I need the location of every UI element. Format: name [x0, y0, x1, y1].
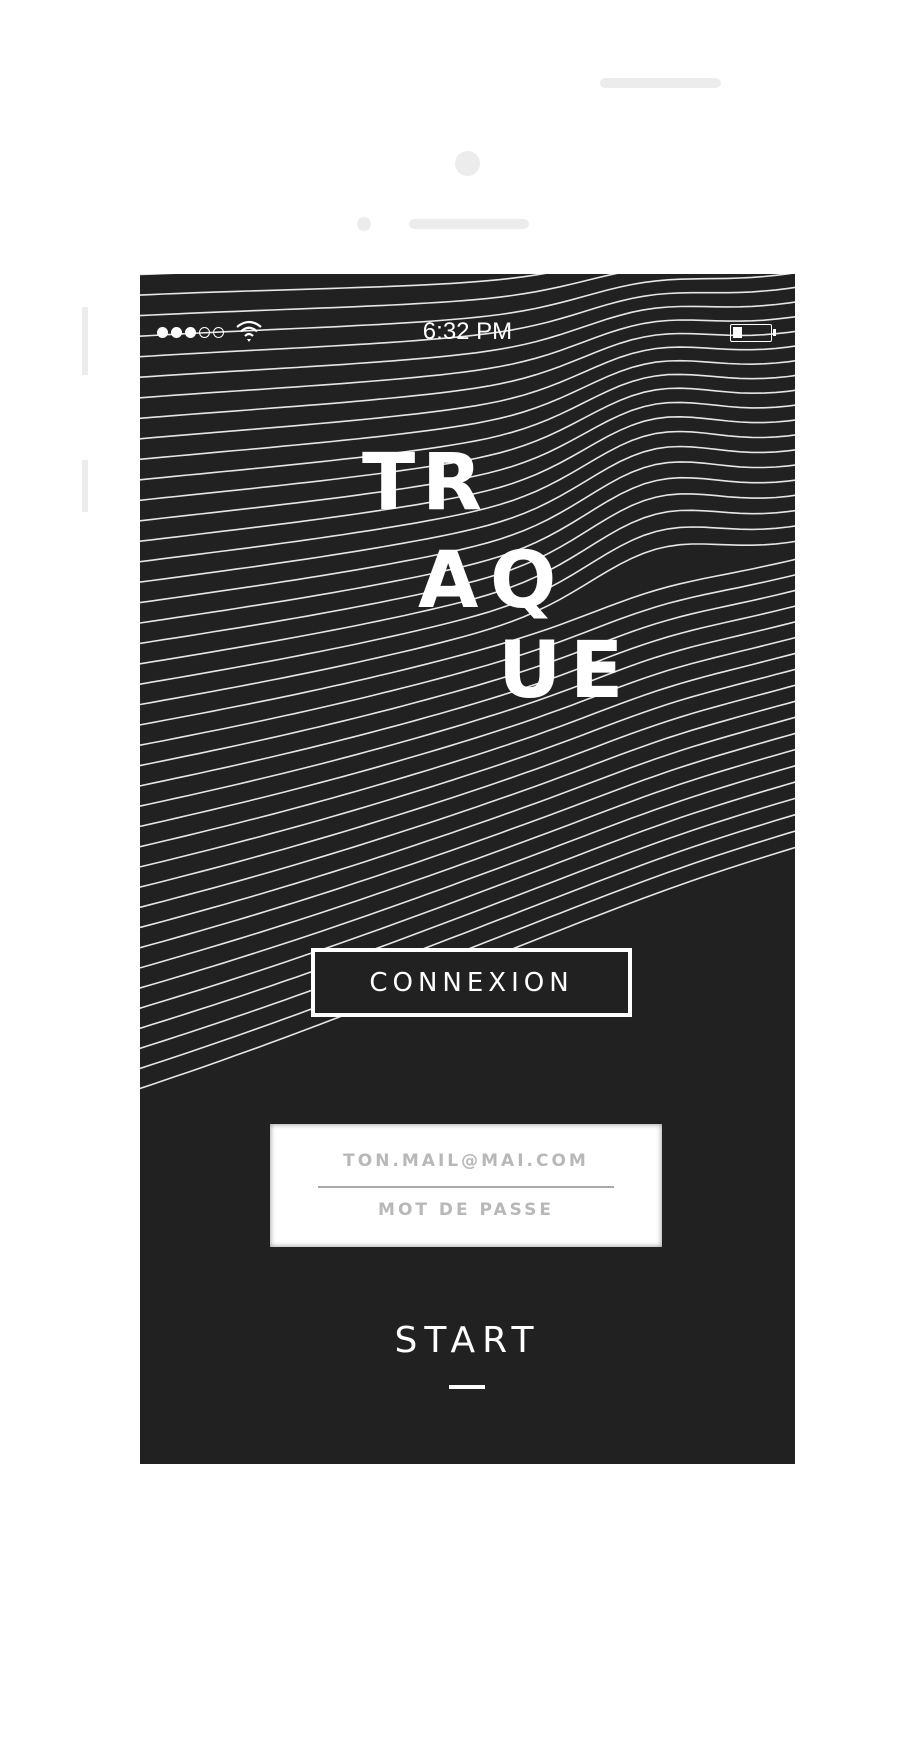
start-button[interactable]: START	[140, 1320, 795, 1361]
phone-camera	[455, 151, 480, 176]
app-screen: 6:32 PM T R A Q U E CONNEXION START	[140, 274, 795, 1464]
logo-letter: T	[362, 438, 416, 528]
logo-letter: E	[570, 626, 624, 716]
phone-speaker-top	[600, 78, 721, 88]
battery-level	[733, 327, 742, 338]
logo-letter: R	[422, 438, 483, 528]
logo-letter: U	[498, 626, 562, 716]
status-time: 6:32 PM	[422, 318, 513, 345]
phone-volume-button	[82, 460, 88, 512]
phone-volume-button	[82, 307, 88, 375]
logo-letter: Q	[490, 536, 557, 626]
battery-icon	[730, 324, 772, 342]
phone-earpiece	[409, 219, 529, 229]
topographic-line	[140, 636, 795, 828]
connexion-button[interactable]: CONNEXION	[311, 948, 632, 1017]
start-underline	[449, 1385, 485, 1389]
topographic-line	[140, 668, 795, 868]
topographic-line	[140, 652, 795, 848]
password-field[interactable]	[318, 1197, 614, 1223]
battery-nub	[773, 329, 776, 336]
email-field[interactable]	[318, 1148, 614, 1174]
logo-letter: A	[418, 536, 479, 626]
login-form	[270, 1124, 662, 1247]
topographic-line	[140, 684, 795, 888]
topographic-line	[140, 716, 795, 929]
phone-sensor	[357, 217, 371, 231]
status-bar: 6:32 PM	[140, 274, 795, 345]
topographic-line	[140, 748, 795, 969]
field-divider	[318, 1186, 614, 1188]
